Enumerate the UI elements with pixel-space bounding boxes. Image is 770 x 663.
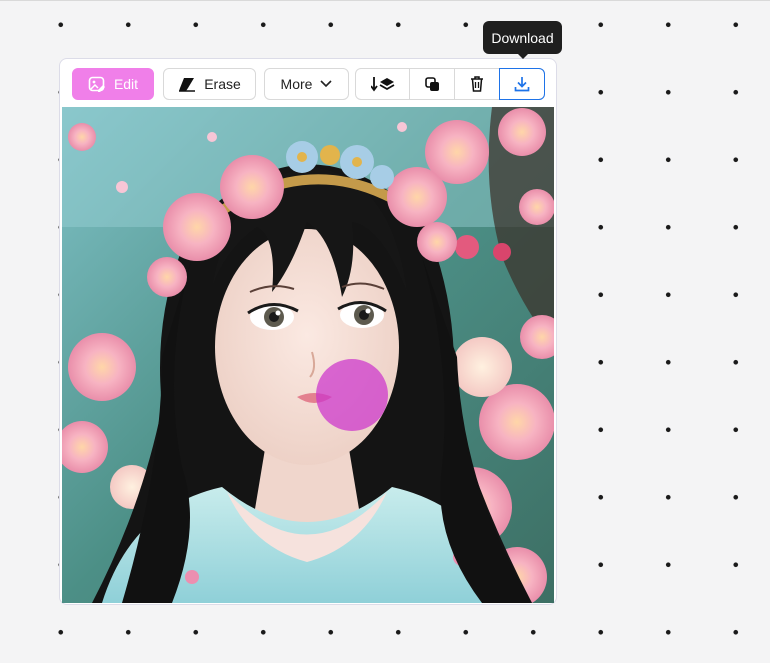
copy-icon — [424, 76, 440, 92]
image-card[interactable]: Edit Erase More — [59, 58, 557, 605]
erase-button[interactable]: Erase — [163, 68, 256, 100]
more-label: More — [280, 76, 313, 92]
eraser-icon — [178, 76, 196, 92]
edit-label: Edit — [113, 76, 139, 92]
layer-down-button[interactable] — [356, 69, 410, 99]
download-icon — [514, 76, 530, 92]
more-button[interactable]: More — [264, 68, 349, 100]
image-edit-icon — [88, 75, 106, 93]
download-tooltip: Download — [483, 21, 562, 54]
edit-button[interactable]: Edit — [72, 68, 154, 100]
delete-button[interactable] — [455, 69, 500, 99]
download-button[interactable] — [499, 68, 545, 100]
tooltip-arrow — [517, 53, 529, 59]
layer-down-icon — [370, 76, 395, 92]
duplicate-button[interactable] — [410, 69, 455, 99]
trash-icon — [470, 76, 484, 92]
chevron-down-icon — [320, 80, 333, 88]
cursor-highlight — [316, 359, 388, 431]
image-action-group — [355, 68, 545, 100]
generated-image[interactable] — [62, 107, 554, 603]
erase-label: Erase — [204, 76, 241, 92]
